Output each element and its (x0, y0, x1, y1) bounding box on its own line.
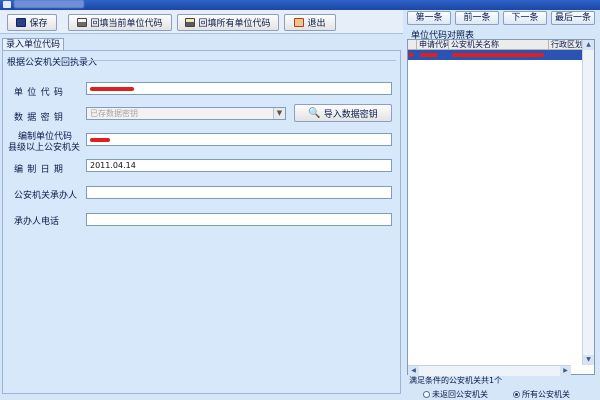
scroll-up-icon[interactable]: ▲ (583, 40, 594, 50)
previous-record-button[interactable]: 前一条 (455, 11, 499, 25)
app-icon (3, 1, 11, 8)
unit-code-label: 单位代码 (14, 88, 68, 98)
last-record-button[interactable]: 最后一条 (551, 11, 595, 25)
db-password-select[interactable]: 已存数据密钥 ▼ (86, 107, 286, 120)
exit-door-icon (294, 18, 305, 27)
window-title (14, 0, 84, 8)
printer-icon (77, 18, 88, 27)
print-all-codes-label: 回填所有单位代码 (198, 19, 271, 29)
radio-unreturned-label: 未返回公安机关 (432, 390, 488, 399)
phone-label: 承办人电话 (14, 217, 60, 227)
unit-code-input[interactable] (86, 82, 392, 95)
radio-all-indicator[interactable] (513, 391, 520, 398)
import-db-password-button[interactable]: 🔍 导入数据密钥 (294, 104, 392, 122)
scroll-right-icon[interactable]: ▶ (560, 366, 571, 376)
redaction-mark (420, 53, 438, 57)
date-input[interactable]: 2011.04.14 (86, 159, 392, 172)
first-record-button[interactable]: 第一条 (407, 11, 451, 25)
agency-code-input[interactable] (86, 133, 392, 146)
exit-button[interactable]: 退出 (284, 14, 336, 31)
handler-label: 公安机关承办人 (14, 191, 78, 201)
redaction-mark (452, 53, 544, 57)
column-header-region[interactable]: 行政区划 (549, 40, 584, 50)
redaction-mark (90, 87, 134, 91)
date-label: 编制日期 (14, 165, 68, 175)
chevron-down-icon[interactable]: ▼ (273, 108, 285, 119)
printer-multi-icon (185, 18, 196, 27)
title-bar (0, 0, 600, 10)
right-pane: 第一条 前一条 下一条 最后一条 单位代码对照表 申请代码 公安机关名称 行政区… (405, 10, 600, 400)
column-header-code[interactable]: 申请代码 (417, 40, 449, 50)
row-header-corner (408, 40, 417, 50)
vertical-scrollbar[interactable]: ▲ ▼ (582, 40, 594, 365)
handler-input[interactable] (86, 186, 392, 199)
row-pointer-icon: ▶ (409, 50, 416, 59)
print-current-code-label: 回填当前单位代码 (90, 19, 163, 29)
radio-all-label: 所有公安机关 (522, 390, 570, 399)
phone-input[interactable] (86, 213, 392, 226)
print-current-code-button[interactable]: 回填当前单位代码 (68, 14, 172, 31)
radio-unreturned-indicator[interactable] (423, 391, 430, 398)
agency-label-line2: 县级以上公安机关 (8, 143, 81, 153)
group-divider (60, 60, 396, 61)
save-button-label: 保存 (29, 19, 48, 29)
redaction-mark (90, 138, 110, 142)
print-all-codes-button[interactable]: 回填所有单位代码 (177, 14, 279, 31)
tab-strip: 录入单位代码 (2, 38, 82, 51)
table-row[interactable]: ▶ (408, 50, 584, 60)
column-header-agency-name[interactable]: 公安机关名称 (449, 40, 549, 50)
code-table[interactable]: 申请代码 公安机关名称 行政区划 ▶ ▲ ▼ ◀ ▶ (407, 39, 595, 376)
magnifier-key-icon: 🔍 (308, 107, 321, 119)
save-button[interactable]: 保存 (7, 14, 57, 31)
import-db-password-label: 导入数据密钥 (323, 109, 378, 120)
next-record-button[interactable]: 下一条 (503, 11, 547, 25)
toolbar: 保存 回填当前单位代码 回填所有单位代码 退出 (0, 10, 403, 34)
db-password-label: 数据密钥 (14, 113, 68, 123)
db-password-placeholder: 已存数据密钥 (90, 109, 138, 118)
exit-button-label: 退出 (307, 19, 326, 29)
radio-all-agencies[interactable]: 所有公安机关 (513, 389, 570, 400)
floppy-disk-icon (16, 18, 27, 27)
group-title: 根据公安机关回执录入 (7, 58, 98, 68)
radio-unreturned-agencies[interactable]: 未返回公安机关 (423, 389, 488, 400)
scroll-down-icon[interactable]: ▼ (583, 355, 594, 365)
result-count-status: 满足条件的公安机关共1个 (409, 376, 503, 385)
